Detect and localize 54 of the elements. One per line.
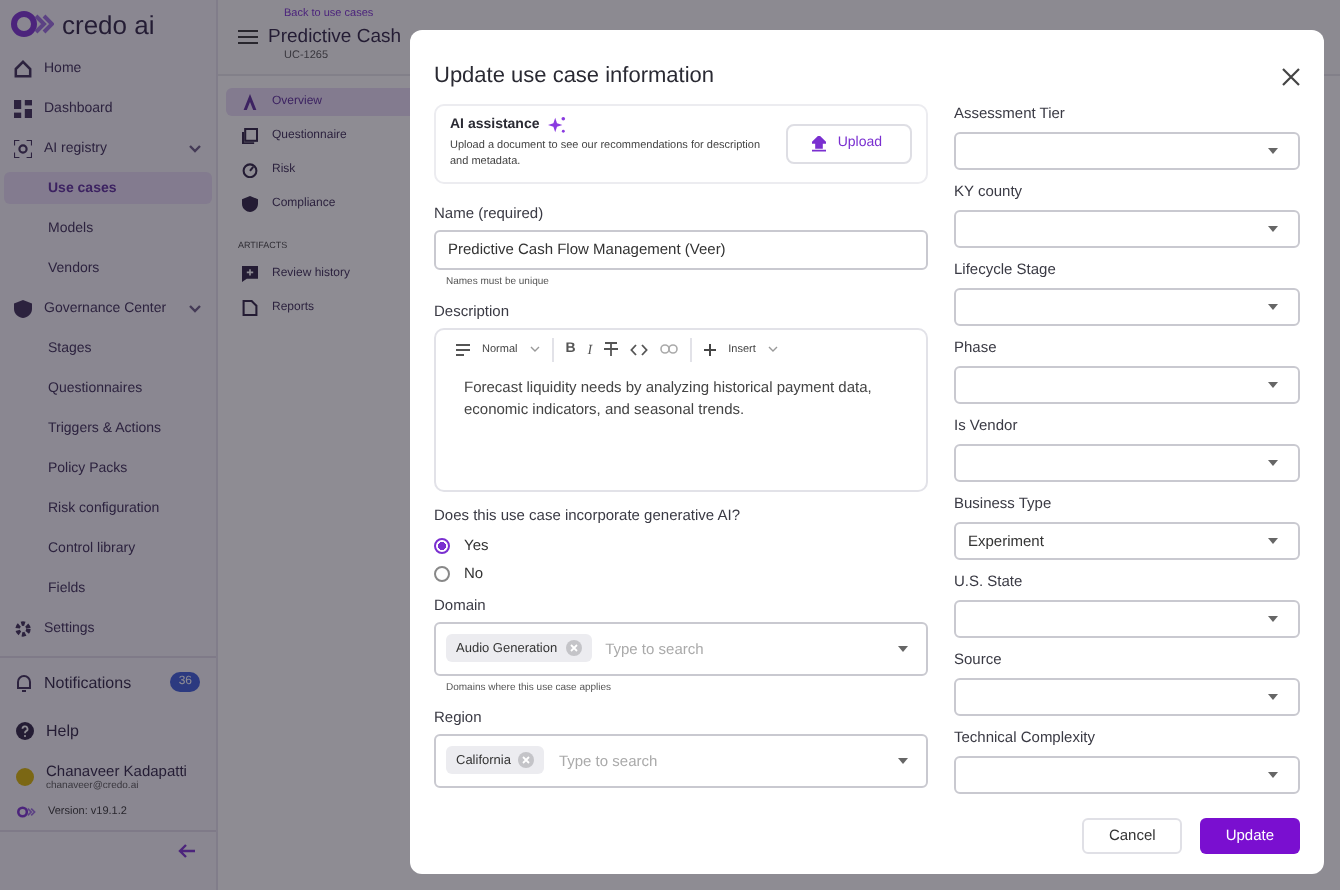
- code-icon[interactable]: [630, 343, 649, 355]
- select-field[interactable]: [954, 756, 1300, 794]
- plus-icon: [704, 343, 717, 355]
- home-icon: [14, 59, 32, 77]
- dialog-title: Update use case information: [434, 64, 715, 88]
- logo-icon: [16, 806, 36, 818]
- caret-icon: [1268, 382, 1278, 388]
- caret-icon: [898, 757, 908, 763]
- bell-icon: [16, 673, 32, 691]
- caret-icon: [1268, 616, 1278, 622]
- book-icon: [242, 128, 258, 144]
- paragraph-icon: [456, 343, 470, 355]
- select-field[interactable]: [954, 288, 1300, 326]
- remove-icon[interactable]: [518, 752, 535, 768]
- avatar: [16, 767, 34, 785]
- radio-button[interactable]: [434, 537, 450, 553]
- caret-icon: [1268, 304, 1278, 310]
- close-icon[interactable]: [1282, 67, 1300, 85]
- chevron-icon: [529, 346, 540, 352]
- page-title: Predictive Cash: [268, 26, 402, 48]
- caret-icon: [1268, 538, 1278, 544]
- chat-plus-icon: [242, 266, 258, 282]
- target-icon: [14, 139, 32, 157]
- chevron-icon: [767, 346, 778, 352]
- select-field[interactable]: [954, 678, 1300, 716]
- help-link[interactable]: Help: [46, 721, 200, 739]
- gauge-icon: [242, 162, 258, 178]
- shield-icon: [242, 196, 258, 212]
- strikethrough-icon[interactable]: [604, 342, 619, 356]
- radio-button[interactable]: [434, 565, 450, 581]
- notifications-link[interactable]: Notifications: [44, 673, 159, 691]
- help-icon: [16, 721, 34, 739]
- sparkle-icon: [547, 116, 566, 134]
- caret-icon: [1268, 226, 1278, 232]
- select-field[interactable]: [954, 210, 1300, 248]
- select-field[interactable]: [954, 132, 1300, 170]
- caret-icon: [1268, 148, 1278, 154]
- logo-text: credo ai: [62, 9, 155, 39]
- menu-icon[interactable]: [238, 30, 258, 44]
- document-icon: [242, 300, 258, 316]
- caret-icon: [1268, 772, 1278, 778]
- upload-icon: [811, 135, 826, 152]
- grid-icon: [14, 99, 32, 117]
- logo-icon: [10, 10, 54, 38]
- caret-icon: [898, 645, 908, 651]
- select-field[interactable]: [954, 444, 1300, 482]
- caret-icon: [1268, 460, 1278, 466]
- arrow-left-icon[interactable]: [178, 844, 196, 858]
- select-field[interactable]: [954, 600, 1300, 638]
- caret-icon: [1268, 694, 1278, 700]
- link-icon[interactable]: [660, 344, 679, 354]
- shield-icon: [14, 299, 32, 317]
- select-field[interactable]: [954, 366, 1300, 404]
- remove-icon[interactable]: [565, 640, 582, 656]
